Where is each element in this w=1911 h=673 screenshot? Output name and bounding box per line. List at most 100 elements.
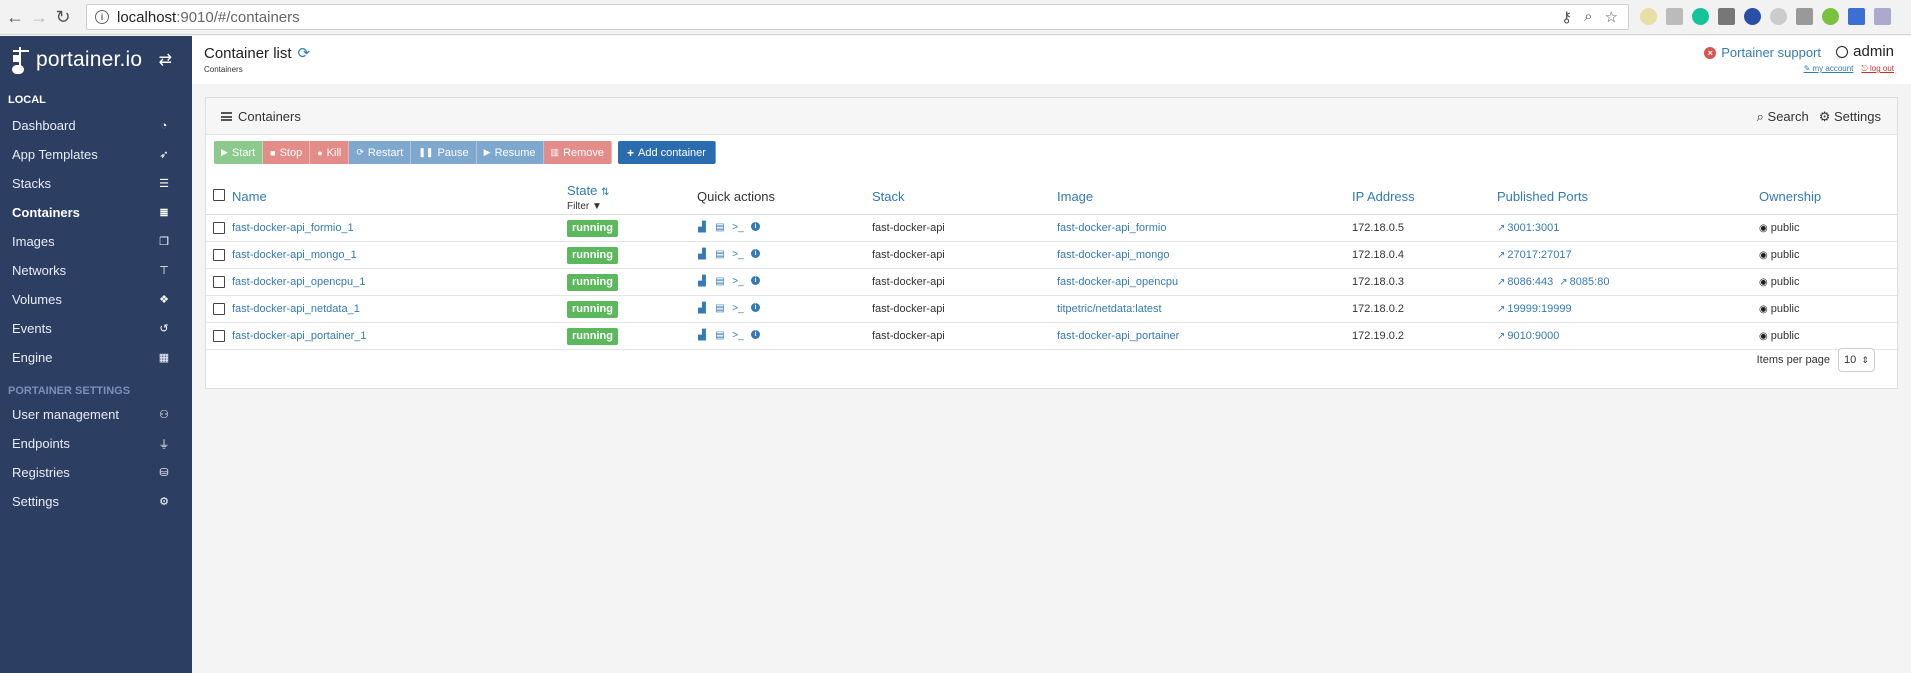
info-icon[interactable]: i [95, 10, 109, 24]
sidebar-item-settings[interactable]: Settings ⚙ [0, 487, 192, 516]
col-state[interactable]: State ⇅ [567, 183, 609, 198]
logs-icon[interactable]: ▤ [715, 276, 725, 287]
start-button[interactable]: ▶ Start [214, 141, 264, 164]
add-container-button[interactable]: + Add container [618, 141, 716, 164]
logs-icon[interactable]: ▤ [715, 222, 725, 233]
col-ownership[interactable]: Ownership [1759, 189, 1821, 204]
image-link[interactable]: fast-docker-api_formio [1057, 222, 1166, 234]
row-checkbox[interactable] [213, 276, 225, 288]
state-filter[interactable]: Filter ▼ [567, 201, 602, 212]
items-per-page-select[interactable]: 10 ⇕ [1838, 348, 1875, 372]
row-checkbox[interactable] [213, 303, 225, 315]
stats-icon[interactable]: ▟ [697, 222, 707, 233]
sidebar-item-engine[interactable]: Engine ▦ [0, 343, 192, 372]
logs-icon[interactable]: ▤ [715, 249, 725, 260]
logs-icon[interactable]: ▤ [715, 303, 725, 314]
star-icon[interactable]: ☆ [1605, 8, 1618, 26]
image-link[interactable]: fast-docker-api_portainer [1057, 330, 1179, 342]
zoom-icon[interactable]: ⌕ [1584, 8, 1592, 26]
search-toggle[interactable]: ⌕ Search [1757, 109, 1809, 125]
container-name-link[interactable]: fast-docker-api_netdata_1 [232, 303, 360, 315]
col-ip-address[interactable]: IP Address [1352, 189, 1415, 204]
restart-button[interactable]: ⟳ Restart [349, 141, 412, 164]
stats-icon[interactable]: ▟ [697, 249, 707, 260]
address-bar[interactable]: i localhost:9010/#/containers ⚷ ⌕ ☆ [86, 4, 1629, 30]
sidebar-item-images[interactable]: Images ❐ [0, 227, 192, 256]
col-image[interactable]: Image [1057, 189, 1093, 204]
sidebar-item-volumes[interactable]: Volumes ❖ [0, 285, 192, 314]
image-link[interactable]: fast-docker-api_opencpu [1057, 276, 1178, 288]
sidebar-item-endpoints[interactable]: Endpoints ⏚ [0, 429, 192, 458]
log-out-link[interactable]: ⎋ log out [1861, 64, 1894, 74]
sidebar-item-networks[interactable]: Networks ⊤ [0, 256, 192, 285]
sidebar-item-events[interactable]: Events ↺ [0, 314, 192, 343]
my-account-link[interactable]: ✎ my account [1804, 64, 1854, 74]
sidebar-item-dashboard[interactable]: Dashboard ◔ [0, 111, 192, 140]
external-link-icon: ↗ [1497, 277, 1506, 288]
inspect-icon[interactable]: i [751, 222, 760, 231]
logs-icon[interactable]: ▤ [715, 330, 725, 341]
extension-icon[interactable] [1848, 8, 1865, 25]
portainer-support-link[interactable]: × Portainer support [1704, 45, 1821, 60]
port-link[interactable]: ↗ 27017:27017 [1497, 249, 1572, 261]
sidebar-item-app-templates[interactable]: App Templates ➶ [0, 140, 192, 169]
stats-icon[interactable]: ▟ [697, 330, 707, 341]
console-icon[interactable]: >_ [732, 249, 743, 260]
inspect-icon[interactable]: i [751, 330, 760, 339]
col-name[interactable]: Name [232, 189, 267, 204]
select-all-checkbox[interactable] [213, 189, 225, 201]
row-checkbox[interactable] [213, 330, 225, 342]
col-stack[interactable]: Stack [872, 189, 905, 204]
stats-icon[interactable]: ▟ [697, 303, 707, 314]
inspect-icon[interactable]: i [751, 303, 760, 312]
back-icon[interactable]: ← [2, 4, 28, 30]
sidebar-toggle-icon[interactable]: ⇄ [159, 50, 172, 70]
port-link[interactable]: ↗ 8085:80 [1559, 276, 1609, 288]
extension-icon[interactable] [1744, 8, 1761, 25]
forward-icon[interactable]: → [26, 4, 52, 30]
container-name-link[interactable]: fast-docker-api_portainer_1 [232, 330, 367, 342]
remove-button[interactable]: ▥ Remove [543, 141, 613, 164]
extension-icon[interactable] [1718, 8, 1735, 25]
container-name-link[interactable]: fast-docker-api_opencpu_1 [232, 276, 365, 288]
row-checkbox[interactable] [213, 249, 225, 261]
sidebar-item-containers[interactable]: Containers ≣ [0, 198, 192, 227]
stats-icon[interactable]: ▟ [697, 276, 707, 287]
extension-icon[interactable] [1770, 8, 1787, 25]
key-icon[interactable]: ⚷ [1561, 8, 1572, 26]
port-link[interactable]: ↗ 19999:19999 [1497, 303, 1572, 315]
extension-icon[interactable] [1874, 8, 1891, 25]
container-name-link[interactable]: fast-docker-api_formio_1 [232, 222, 354, 234]
inspect-icon[interactable]: i [751, 276, 760, 285]
resume-button[interactable]: ▶ Resume [476, 141, 544, 164]
sidebar-item-user-management[interactable]: User management ⚇ [0, 400, 192, 429]
pause-button[interactable]: ❚❚ Pause [411, 141, 477, 164]
ip-address: 172.18.0.2 [1352, 303, 1404, 315]
image-link[interactable]: titpetric/netdata:latest [1057, 303, 1162, 315]
extension-icon[interactable] [1796, 8, 1813, 25]
grammarly-icon[interactable] [1692, 8, 1709, 25]
stop-button[interactable]: ■ Stop [263, 141, 311, 164]
kill-button[interactable]: ● Kill [310, 141, 350, 164]
inspect-icon[interactable]: i [751, 249, 760, 258]
console-icon[interactable]: >_ [732, 276, 743, 287]
extension-icon[interactable] [1640, 8, 1657, 25]
brand[interactable]: portainer.io ⇄ [0, 36, 192, 84]
reload-icon[interactable]: ↻ [50, 4, 76, 30]
settings-toggle[interactable]: ⚙ Settings [1819, 109, 1881, 125]
sidebar-item-stacks[interactable]: Stacks ☰ [0, 169, 192, 198]
row-checkbox[interactable] [213, 222, 225, 234]
console-icon[interactable]: >_ [732, 303, 743, 314]
port-link[interactable]: ↗ 9010:9000 [1497, 330, 1559, 342]
extension-icon[interactable] [1822, 8, 1839, 25]
container-name-link[interactable]: fast-docker-api_mongo_1 [232, 249, 357, 261]
sidebar-item-registries[interactable]: Registries ⛁ [0, 458, 192, 487]
refresh-icon[interactable]: ⟳ [298, 45, 311, 62]
console-icon[interactable]: >_ [732, 330, 743, 341]
port-link[interactable]: ↗ 3001:3001 [1497, 222, 1559, 234]
image-link[interactable]: fast-docker-api_mongo [1057, 249, 1170, 261]
port-link[interactable]: ↗ 8086:443 [1497, 276, 1553, 288]
col-published-ports[interactable]: Published Ports [1497, 189, 1588, 204]
extension-icon[interactable] [1666, 8, 1683, 25]
console-icon[interactable]: >_ [732, 222, 743, 233]
